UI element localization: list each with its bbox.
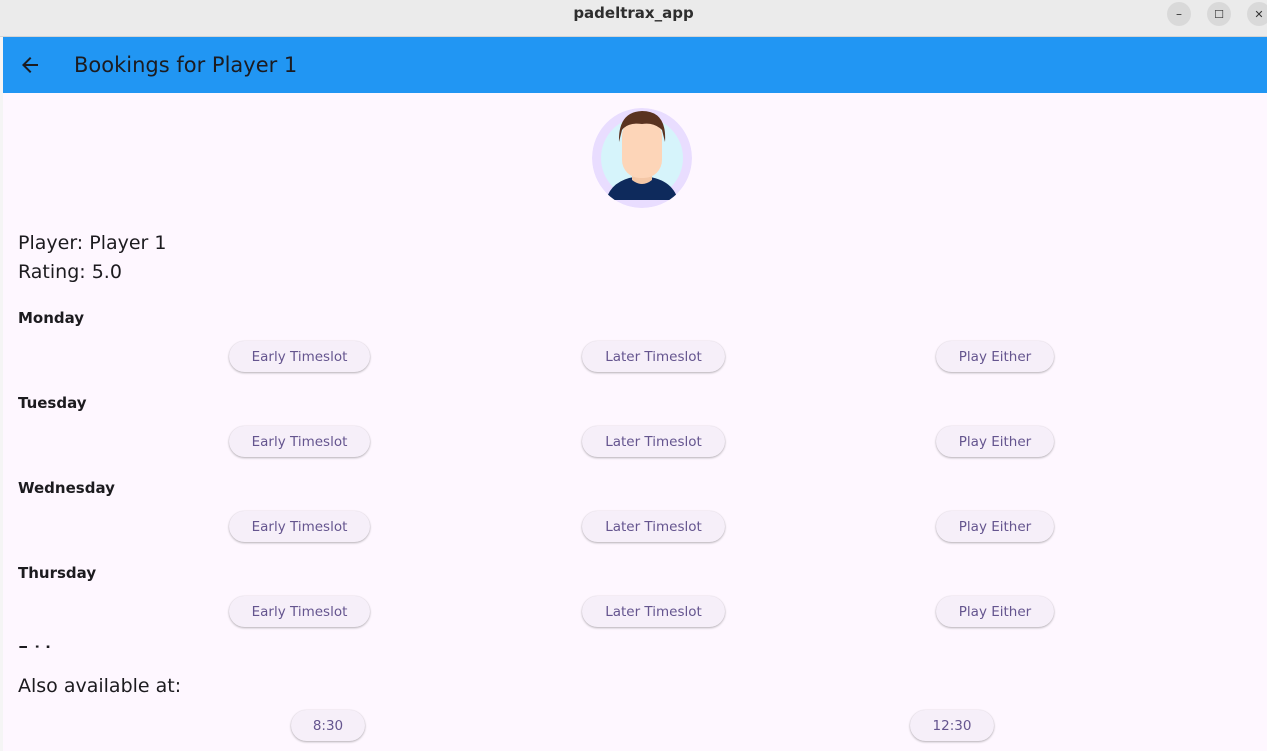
day-label-wednesday: Wednesday (18, 479, 115, 497)
arrow-back-icon (22, 57, 38, 73)
day-label-friday: Friday (18, 643, 70, 648)
monday-early-timeslot-button[interactable]: Early Timeslot (229, 341, 370, 372)
back-button[interactable] (18, 53, 42, 77)
maximize-button[interactable]: ☐ (1207, 2, 1231, 26)
thursday-play-either-button[interactable]: Play Either (936, 596, 1054, 627)
day-label-tuesday: Tuesday (18, 394, 87, 412)
maximize-icon: ☐ (1214, 7, 1224, 21)
person-avatar-icon (592, 108, 692, 208)
time-option-button[interactable]: 12:30 (910, 710, 994, 741)
wednesday-play-either-button[interactable]: Play Either (936, 511, 1054, 542)
time-option-button[interactable]: 8:30 (291, 710, 365, 741)
player-avatar (592, 108, 692, 208)
wednesday-later-timeslot-button[interactable]: Later Timeslot (582, 511, 725, 542)
app-bar: Bookings for Player 1 (3, 37, 1267, 93)
window-title: padeltrax_app (573, 4, 694, 22)
player-rating: Rating: 5.0 (18, 261, 122, 283)
title-bar: padeltrax_app – ☐ ✕ (0, 0, 1267, 37)
tuesday-play-either-button[interactable]: Play Either (936, 426, 1054, 457)
close-button[interactable]: ✕ (1247, 2, 1267, 26)
app-window: padeltrax_app – ☐ ✕ Bookings for Player … (0, 0, 1267, 751)
wednesday-early-timeslot-button[interactable]: Early Timeslot (229, 511, 370, 542)
also-available-label: Also available at: (18, 675, 182, 697)
page-title: Bookings for Player 1 (74, 53, 298, 77)
thursday-early-timeslot-button[interactable]: Early Timeslot (229, 596, 370, 627)
player-name: Player: Player 1 (18, 232, 167, 254)
close-icon: ✕ (1254, 7, 1264, 21)
thursday-later-timeslot-button[interactable]: Later Timeslot (582, 596, 725, 627)
tuesday-later-timeslot-button[interactable]: Later Timeslot (582, 426, 725, 457)
day-label-thursday: Thursday (18, 564, 97, 582)
day-label-monday: Monday (18, 309, 85, 327)
monday-later-timeslot-button[interactable]: Later Timeslot (582, 341, 725, 372)
minimize-icon: – (1176, 7, 1182, 21)
bookings-page: Player: Player 1 Rating: 5.0 Monday Earl… (3, 93, 1267, 751)
monday-play-either-button[interactable]: Play Either (936, 341, 1054, 372)
minimize-button[interactable]: – (1167, 2, 1191, 26)
tuesday-early-timeslot-button[interactable]: Early Timeslot (229, 426, 370, 457)
